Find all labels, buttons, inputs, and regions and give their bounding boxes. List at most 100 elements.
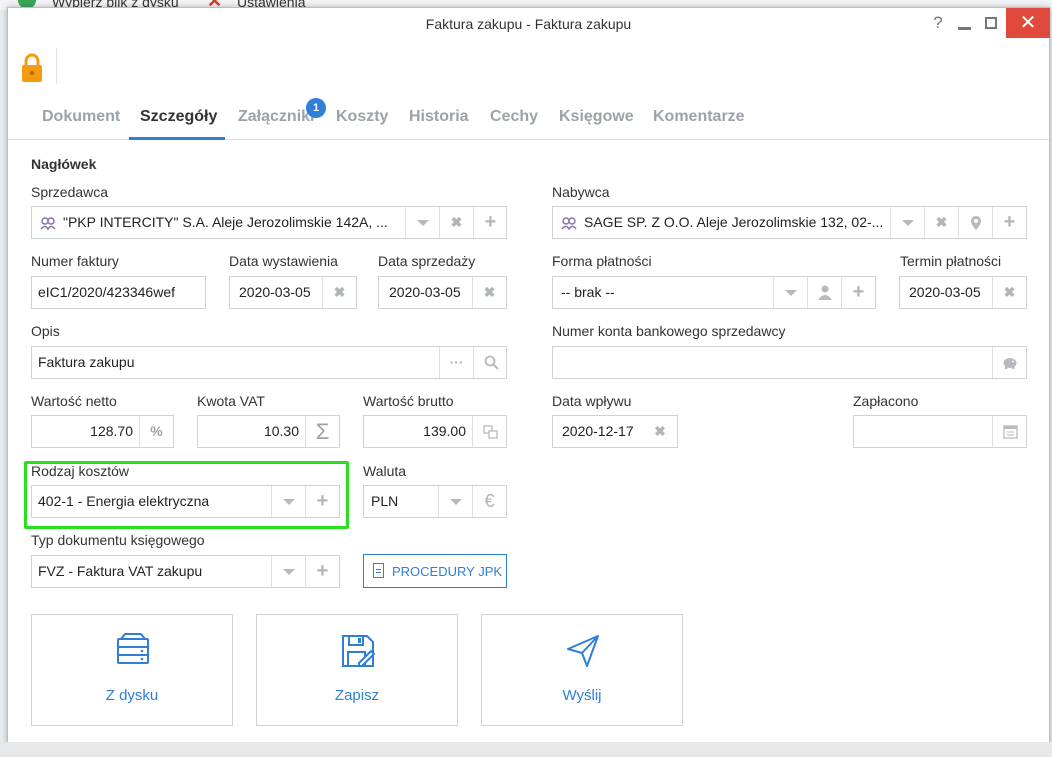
active-tab-indicator: [129, 137, 225, 140]
receipt-date-input[interactable]: 2020-12-17 ✖: [552, 415, 678, 448]
currency-euro-button[interactable]: €: [472, 486, 506, 517]
tab-komentarze[interactable]: Komentarze: [653, 108, 745, 126]
buyer-label: Nabywca: [552, 184, 610, 200]
from-disk-button[interactable]: Z dysku: [31, 614, 233, 726]
gross-value-input[interactable]: 139.00: [363, 415, 507, 448]
net-value-label: Wartość netto: [31, 393, 117, 409]
buyer-field[interactable]: SAGE SP. Z O.O. Aleje Jerozolimskie 132,…: [552, 206, 1027, 239]
payment-term-clear-button[interactable]: ✖: [992, 277, 1026, 308]
net-value-value: 128.70: [90, 423, 133, 439]
net-value-input[interactable]: 128.70 %: [31, 415, 174, 448]
payment-form-select[interactable]: -- brak -- +: [552, 276, 876, 309]
description-input[interactable]: Faktura zakupu ···: [31, 346, 507, 379]
receipt-date-clear-button[interactable]: ✖: [643, 416, 677, 447]
attachments-count-badge: 1: [306, 98, 326, 118]
from-disk-label: Z dysku: [105, 687, 159, 704]
help-button[interactable]: ?: [923, 8, 953, 38]
sale-date-clear-button[interactable]: ✖: [472, 277, 506, 308]
currency-value: PLN: [371, 493, 399, 509]
doc-type-dropdown-button[interactable]: [271, 556, 305, 587]
payment-form-add-button[interactable]: +: [841, 277, 875, 308]
payment-form-value: -- brak --: [561, 284, 615, 300]
description-more-button[interactable]: ···: [439, 347, 473, 378]
gross-value-value: 139.00: [423, 423, 466, 439]
currency-dropdown-button[interactable]: [438, 486, 472, 517]
window-title: Faktura zakupu - Faktura zakupu: [425, 16, 632, 32]
gross-value-label: Wartość brutto: [363, 393, 454, 409]
jpk-procedures-label: PROCEDURY JPK: [392, 564, 503, 579]
currency-select[interactable]: PLN €: [363, 485, 507, 518]
tab-szczegoly[interactable]: Szczegóły: [140, 108, 217, 126]
payment-term-label: Termin płatności: [900, 253, 1002, 269]
receipt-date-value: 2020-12-17: [562, 423, 634, 439]
payment-term-value: 2020-03-05: [909, 284, 981, 300]
issue-date-value: 2020-03-05: [239, 284, 311, 300]
vat-sum-button[interactable]: Σ: [305, 416, 339, 447]
payment-term-input[interactable]: 2020-03-05 ✖: [899, 276, 1027, 309]
invoice-dialog: Faktura zakupu - Faktura zakupu ? ✕ Doku…: [7, 7, 1050, 757]
send-label: Wyślij: [562, 687, 602, 704]
contractor-icon: [40, 217, 56, 230]
buyer-add-button[interactable]: +: [992, 207, 1026, 238]
invoice-number-input[interactable]: eIC1/2020/423346wef: [31, 276, 206, 309]
issue-date-label: Data wystawienia: [229, 253, 338, 269]
vat-amount-label: Kwota VAT: [197, 393, 265, 409]
buyer-clear-button[interactable]: ✖: [924, 207, 958, 238]
payment-form-person-button[interactable]: [807, 277, 841, 308]
bank-account-button[interactable]: [992, 347, 1026, 378]
tab-bar: Dokument Szczegóły Załączniki Koszty His…: [8, 104, 1049, 140]
net-percent-button[interactable]: %: [139, 416, 173, 447]
seller-add-button[interactable]: +: [473, 207, 507, 238]
bank-account-input[interactable]: [552, 346, 1027, 379]
map-pin-icon: [971, 216, 981, 230]
seller-dropdown-button[interactable]: [405, 207, 439, 238]
sale-date-input[interactable]: 2020-03-05 ✖: [378, 276, 507, 309]
title-bar: Faktura zakupu - Faktura zakupu ? ✕: [8, 8, 1050, 40]
toolbar-divider: [56, 48, 57, 84]
payment-form-label: Forma płatności: [552, 253, 652, 269]
lock-icon[interactable]: [20, 52, 44, 84]
buyer-dropdown-button[interactable]: [890, 207, 924, 238]
tab-cechy[interactable]: Cechy: [490, 108, 538, 126]
bank-account-label: Numer konta bankowego sprzedawcy: [552, 323, 786, 339]
sale-date-label: Data sprzedaży: [378, 253, 476, 269]
tab-koszty[interactable]: Koszty: [336, 108, 388, 126]
description-value: Faktura zakupu: [38, 354, 135, 370]
paid-input[interactable]: [853, 415, 1027, 448]
description-search-button[interactable]: [473, 347, 507, 378]
hard-drive-icon: [117, 633, 149, 664]
invoice-number-value: eIC1/2020/423346wef: [38, 284, 175, 300]
save-disk-icon: [342, 635, 376, 667]
maximize-button[interactable]: [976, 8, 1006, 38]
currency-label: Waluta: [363, 463, 407, 479]
gross-calc-button[interactable]: [472, 416, 506, 447]
close-button[interactable]: ✕: [1006, 8, 1050, 38]
doc-type-select[interactable]: FVZ - Faktura VAT zakupu +: [31, 555, 340, 588]
tab-zalaczniki[interactable]: Załączniki: [238, 108, 314, 126]
paid-calendar-button[interactable]: [992, 416, 1026, 447]
doc-type-value: FVZ - Faktura VAT zakupu: [38, 563, 203, 579]
tab-historia[interactable]: Historia: [409, 108, 469, 126]
doc-type-add-button[interactable]: +: [305, 556, 339, 587]
save-label: Zapisz: [334, 687, 380, 704]
vat-amount-value: 10.30: [263, 423, 299, 439]
person-icon: [818, 285, 832, 300]
calendar-icon: [1003, 425, 1018, 439]
payment-form-dropdown-button[interactable]: [773, 277, 807, 308]
tab-dokument[interactable]: Dokument: [42, 108, 120, 126]
receipt-date-label: Data wpływu: [552, 393, 632, 409]
buyer-location-button[interactable]: [958, 207, 992, 238]
send-button[interactable]: Wyślij: [481, 614, 683, 726]
buyer-value: SAGE SP. Z O.O. Aleje Jerozolimskie 132,…: [584, 214, 884, 230]
section-title: Nagłówek: [31, 156, 97, 172]
vat-amount-input[interactable]: 10.30 Σ: [197, 415, 340, 448]
seller-field[interactable]: "PKP INTERCITY" S.A. Aleje Jerozolimskie…: [31, 206, 507, 239]
seller-clear-button[interactable]: ✖: [439, 207, 473, 238]
tab-ksiegowe[interactable]: Księgowe: [559, 108, 634, 126]
issue-date-input[interactable]: 2020-03-05 ✖: [229, 276, 357, 309]
issue-date-clear-button[interactable]: ✖: [322, 277, 356, 308]
save-button[interactable]: Zapisz: [256, 614, 458, 726]
jpk-procedures-button[interactable]: PROCEDURY JPK: [363, 554, 507, 588]
piggy-bank-icon: [1003, 358, 1017, 369]
document-icon: [373, 563, 384, 578]
